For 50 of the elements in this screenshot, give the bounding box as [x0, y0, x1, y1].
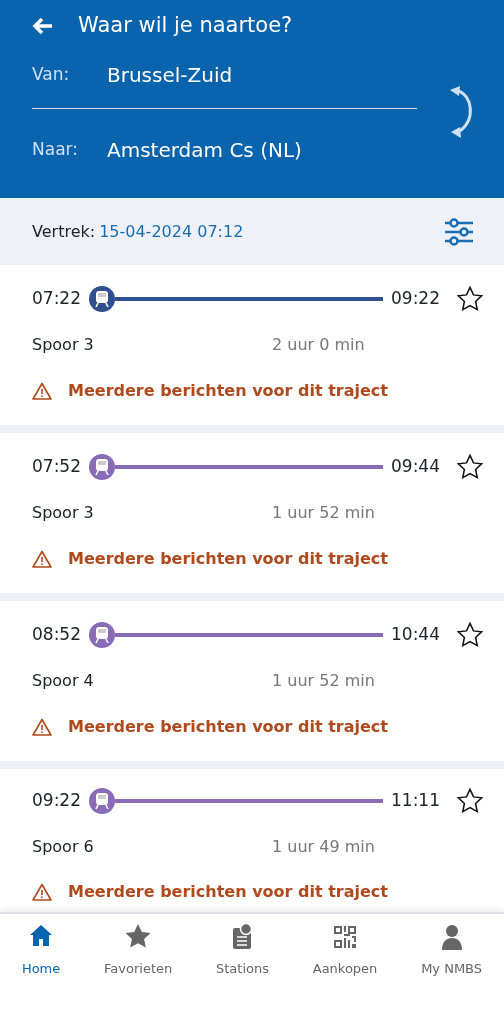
departure-time-link[interactable]: 15-04-2024 07:12	[99, 219, 244, 244]
departure-time: 09:22	[32, 789, 81, 813]
arrival-time: 09:22	[391, 287, 440, 311]
tab-button[interactable]: Stations	[210, 922, 275, 980]
departure-time: 08:52	[32, 623, 81, 647]
duration-text: 1 uur 52 min	[272, 670, 375, 692]
to-label: Naar:	[32, 137, 79, 161]
duration-text: 1 uur 49 min	[272, 836, 375, 858]
arrival-time: 11:11	[391, 789, 440, 813]
departure-time: 07:52	[32, 455, 81, 479]
trip-card[interactable]: 09:22 11:11 Spoor 6 1 uur 49 min Meerdere berichten voor dit traject	[0, 769, 504, 912]
page-title: Waar wil je naartoe?	[78, 12, 293, 39]
warning-icon	[32, 718, 52, 736]
star-icon[interactable]	[456, 285, 484, 313]
departure-label: Vertrek:	[32, 220, 96, 243]
platform-text: Spoor 3	[32, 502, 95, 524]
tab-button[interactable]: Aankopen	[306, 922, 384, 980]
trip-card[interactable]: 07:22 09:22 Spoor 3 2 uur 0 min Meerdere berichten voor dit traject	[0, 265, 504, 425]
train-icon	[89, 286, 115, 312]
warning-icon	[32, 382, 52, 400]
notice-text: Meerdere berichten voor dit traject	[68, 548, 388, 570]
departure-time: 07:22	[32, 287, 81, 311]
back-arrow-icon[interactable]	[32, 16, 54, 35]
warning-icon	[32, 883, 52, 901]
star-icon[interactable]	[456, 787, 484, 815]
notice-text: Meerdere berichten voor dit traject	[68, 380, 388, 402]
duration-text: 2 uur 0 min	[272, 334, 365, 356]
from-field[interactable]: Brussel-Zuid	[107, 59, 233, 90]
tab-button[interactable]: My NMBS	[415, 922, 489, 980]
duration-text: 1 uur 52 min	[272, 502, 375, 524]
platform-text: Spoor 3	[32, 334, 95, 356]
trip-card[interactable]: 08:52 10:44 Spoor 4 1 uur 52 min Meerdere berichten voor dit traject	[0, 601, 504, 761]
warning-icon	[32, 550, 52, 568]
star-icon[interactable]	[456, 453, 484, 481]
notice-text: Meerdere berichten voor dit traject	[68, 881, 388, 903]
from-label: Van:	[32, 62, 71, 86]
filter-icon[interactable]	[444, 216, 474, 247]
to-field[interactable]: Amsterdam Cs (NL)	[107, 134, 302, 165]
trip-card[interactable]: 07:52 09:44 Spoor 3 1 uur 52 min Meerdere berichten voor dit traject	[0, 433, 504, 593]
train-icon	[89, 788, 115, 814]
platform-text: Spoor 6	[32, 836, 95, 858]
arrival-time: 10:44	[391, 623, 440, 647]
notice-text: Meerdere berichten voor dit traject	[68, 716, 388, 738]
star-icon[interactable]	[456, 621, 484, 649]
train-icon	[89, 622, 115, 648]
tab-button[interactable]: Favorieten	[98, 922, 179, 980]
tab-button[interactable]: Home	[15, 922, 67, 980]
train-icon	[89, 454, 115, 480]
platform-text: Spoor 4	[32, 670, 95, 692]
arrival-time: 09:44	[391, 455, 440, 479]
